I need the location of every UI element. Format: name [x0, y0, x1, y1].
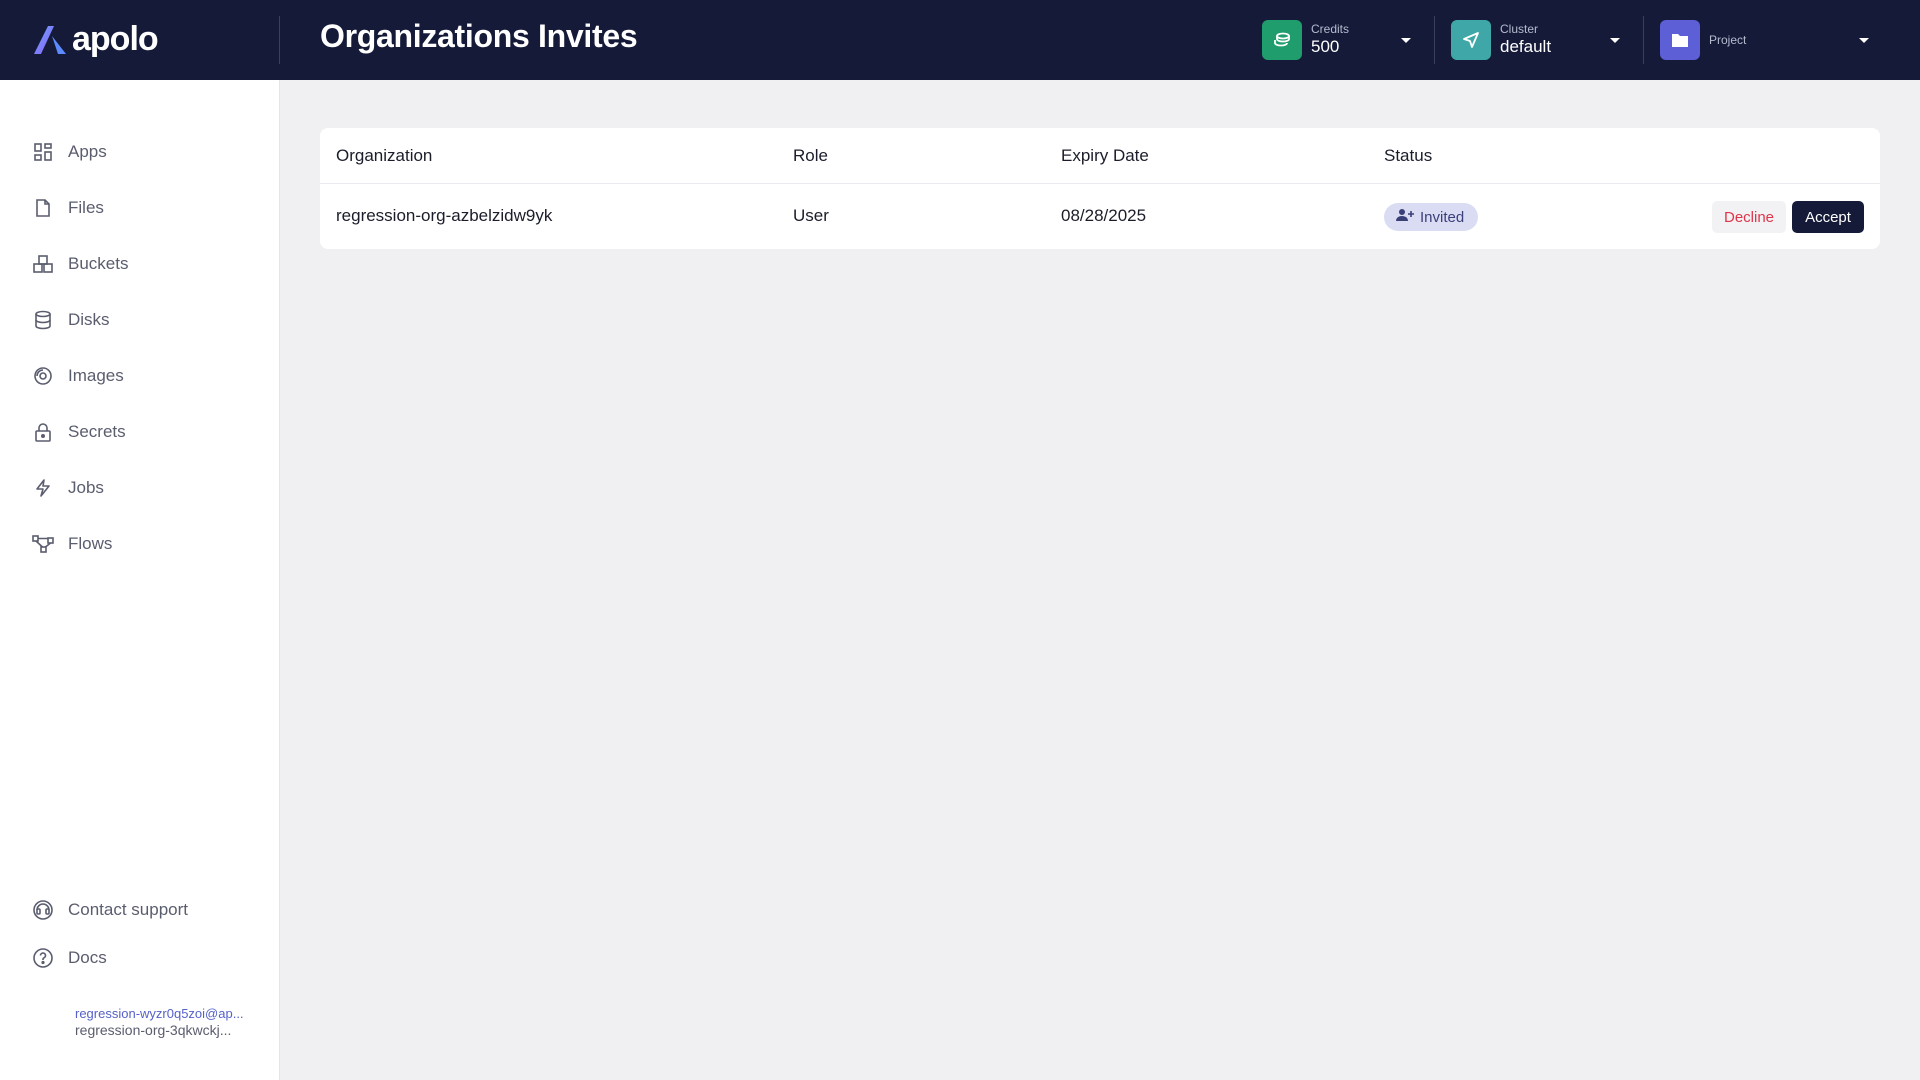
- organization-cell: regression-org-azbelzidw9yk: [336, 206, 553, 225]
- help-circle-icon: [32, 947, 54, 969]
- lock-icon: [32, 421, 54, 443]
- coins-icon: [1262, 20, 1302, 60]
- lightning-icon: [32, 477, 54, 499]
- folder-icon: [1660, 20, 1700, 60]
- apolo-logo[interactable]: apolo: [32, 20, 159, 59]
- sidebar-item-secrets[interactable]: Secrets: [32, 416, 126, 448]
- role-cell: User: [793, 206, 829, 225]
- sidebar-item-label: Secrets: [68, 422, 126, 441]
- send-icon: [1451, 20, 1491, 60]
- header-divider: [279, 16, 280, 64]
- column-header-organization: Organization: [336, 146, 433, 165]
- sidebar-item-flows[interactable]: Flows: [32, 528, 112, 560]
- cluster-label: Cluster: [1500, 22, 1539, 36]
- sidebar-item-label: Contact support: [68, 900, 189, 919]
- sidebar-item-jobs[interactable]: Jobs: [32, 472, 104, 504]
- database-icon: [32, 309, 54, 331]
- sidebar-item-label: Files: [68, 198, 104, 217]
- header-separator: [1643, 16, 1644, 64]
- file-icon: [32, 197, 54, 219]
- apolo-logo-icon: [34, 25, 66, 54]
- credits-chevron-down-icon[interactable]: [1401, 38, 1411, 43]
- project-chevron-down-icon[interactable]: [1859, 38, 1869, 43]
- sidebar-item-disks[interactable]: Disks: [32, 304, 110, 336]
- cluster-chevron-down-icon[interactable]: [1610, 38, 1620, 43]
- table-header: Organization Role Expiry Date Status: [320, 128, 1880, 184]
- cluster-value: default: [1500, 37, 1552, 56]
- credits-selector[interactable]: Credits 500: [1262, 20, 1412, 60]
- sidebar-item-images[interactable]: Images: [32, 360, 124, 392]
- user-email[interactable]: regression-wyzr0q5zoi@ap...: [75, 1006, 255, 1021]
- disc-icon: [32, 365, 54, 387]
- sidebar-item-label: Docs: [68, 948, 107, 967]
- sidebar-item-contact-support[interactable]: Contact support: [32, 894, 188, 926]
- sidebar-item-label: Apps: [68, 142, 107, 161]
- user-org[interactable]: regression-org-3qkwckj...: [75, 1022, 255, 1038]
- accept-button[interactable]: Accept: [1792, 201, 1864, 233]
- expiry-date-cell: 08/28/2025: [1061, 206, 1147, 225]
- sidebar-item-label: Disks: [68, 310, 110, 329]
- page-title: Organizations Invites: [320, 18, 638, 54]
- column-header-expiry-date: Expiry Date: [1061, 146, 1149, 165]
- status-badge-label: Invited: [1420, 208, 1465, 226]
- sidebar-item-files[interactable]: Files: [32, 192, 104, 224]
- logo-text: apolo: [72, 20, 159, 58]
- user-plus-icon: [1396, 208, 1414, 227]
- sidebar-item-label: Images: [68, 366, 124, 385]
- project-selector[interactable]: Project: [1660, 20, 1870, 60]
- column-header-role: Role: [793, 146, 828, 165]
- top-header: apolo Organizations Invites Credits 500 …: [0, 0, 1920, 80]
- sidebar-item-buckets[interactable]: Buckets: [32, 248, 128, 280]
- sidebar-item-apps[interactable]: Apps: [32, 136, 107, 168]
- column-header-status: Status: [1384, 146, 1433, 165]
- sidebar-item-label: Jobs: [68, 478, 104, 497]
- apps-grid-icon: [32, 141, 54, 163]
- sidebar-item-docs[interactable]: Docs: [32, 942, 107, 974]
- invites-table: Organization Role Expiry Date Status reg…: [320, 128, 1880, 249]
- credits-value: 500: [1311, 37, 1340, 56]
- sidebar-item-label: Flows: [68, 534, 113, 553]
- credits-label: Credits: [1311, 22, 1350, 36]
- header-separator: [1434, 16, 1435, 64]
- project-label: Project: [1709, 33, 1747, 47]
- headset-icon: [32, 899, 54, 921]
- sidebar-item-label: Buckets: [68, 254, 129, 273]
- status-badge: Invited: [1384, 203, 1479, 231]
- flow-icon: [32, 533, 54, 555]
- sidebar: Apps Files Buckets Disks Images Secrets: [0, 80, 280, 1080]
- decline-button[interactable]: Decline: [1712, 201, 1786, 233]
- cluster-selector[interactable]: Cluster default: [1451, 20, 1621, 60]
- buckets-icon: [32, 253, 54, 275]
